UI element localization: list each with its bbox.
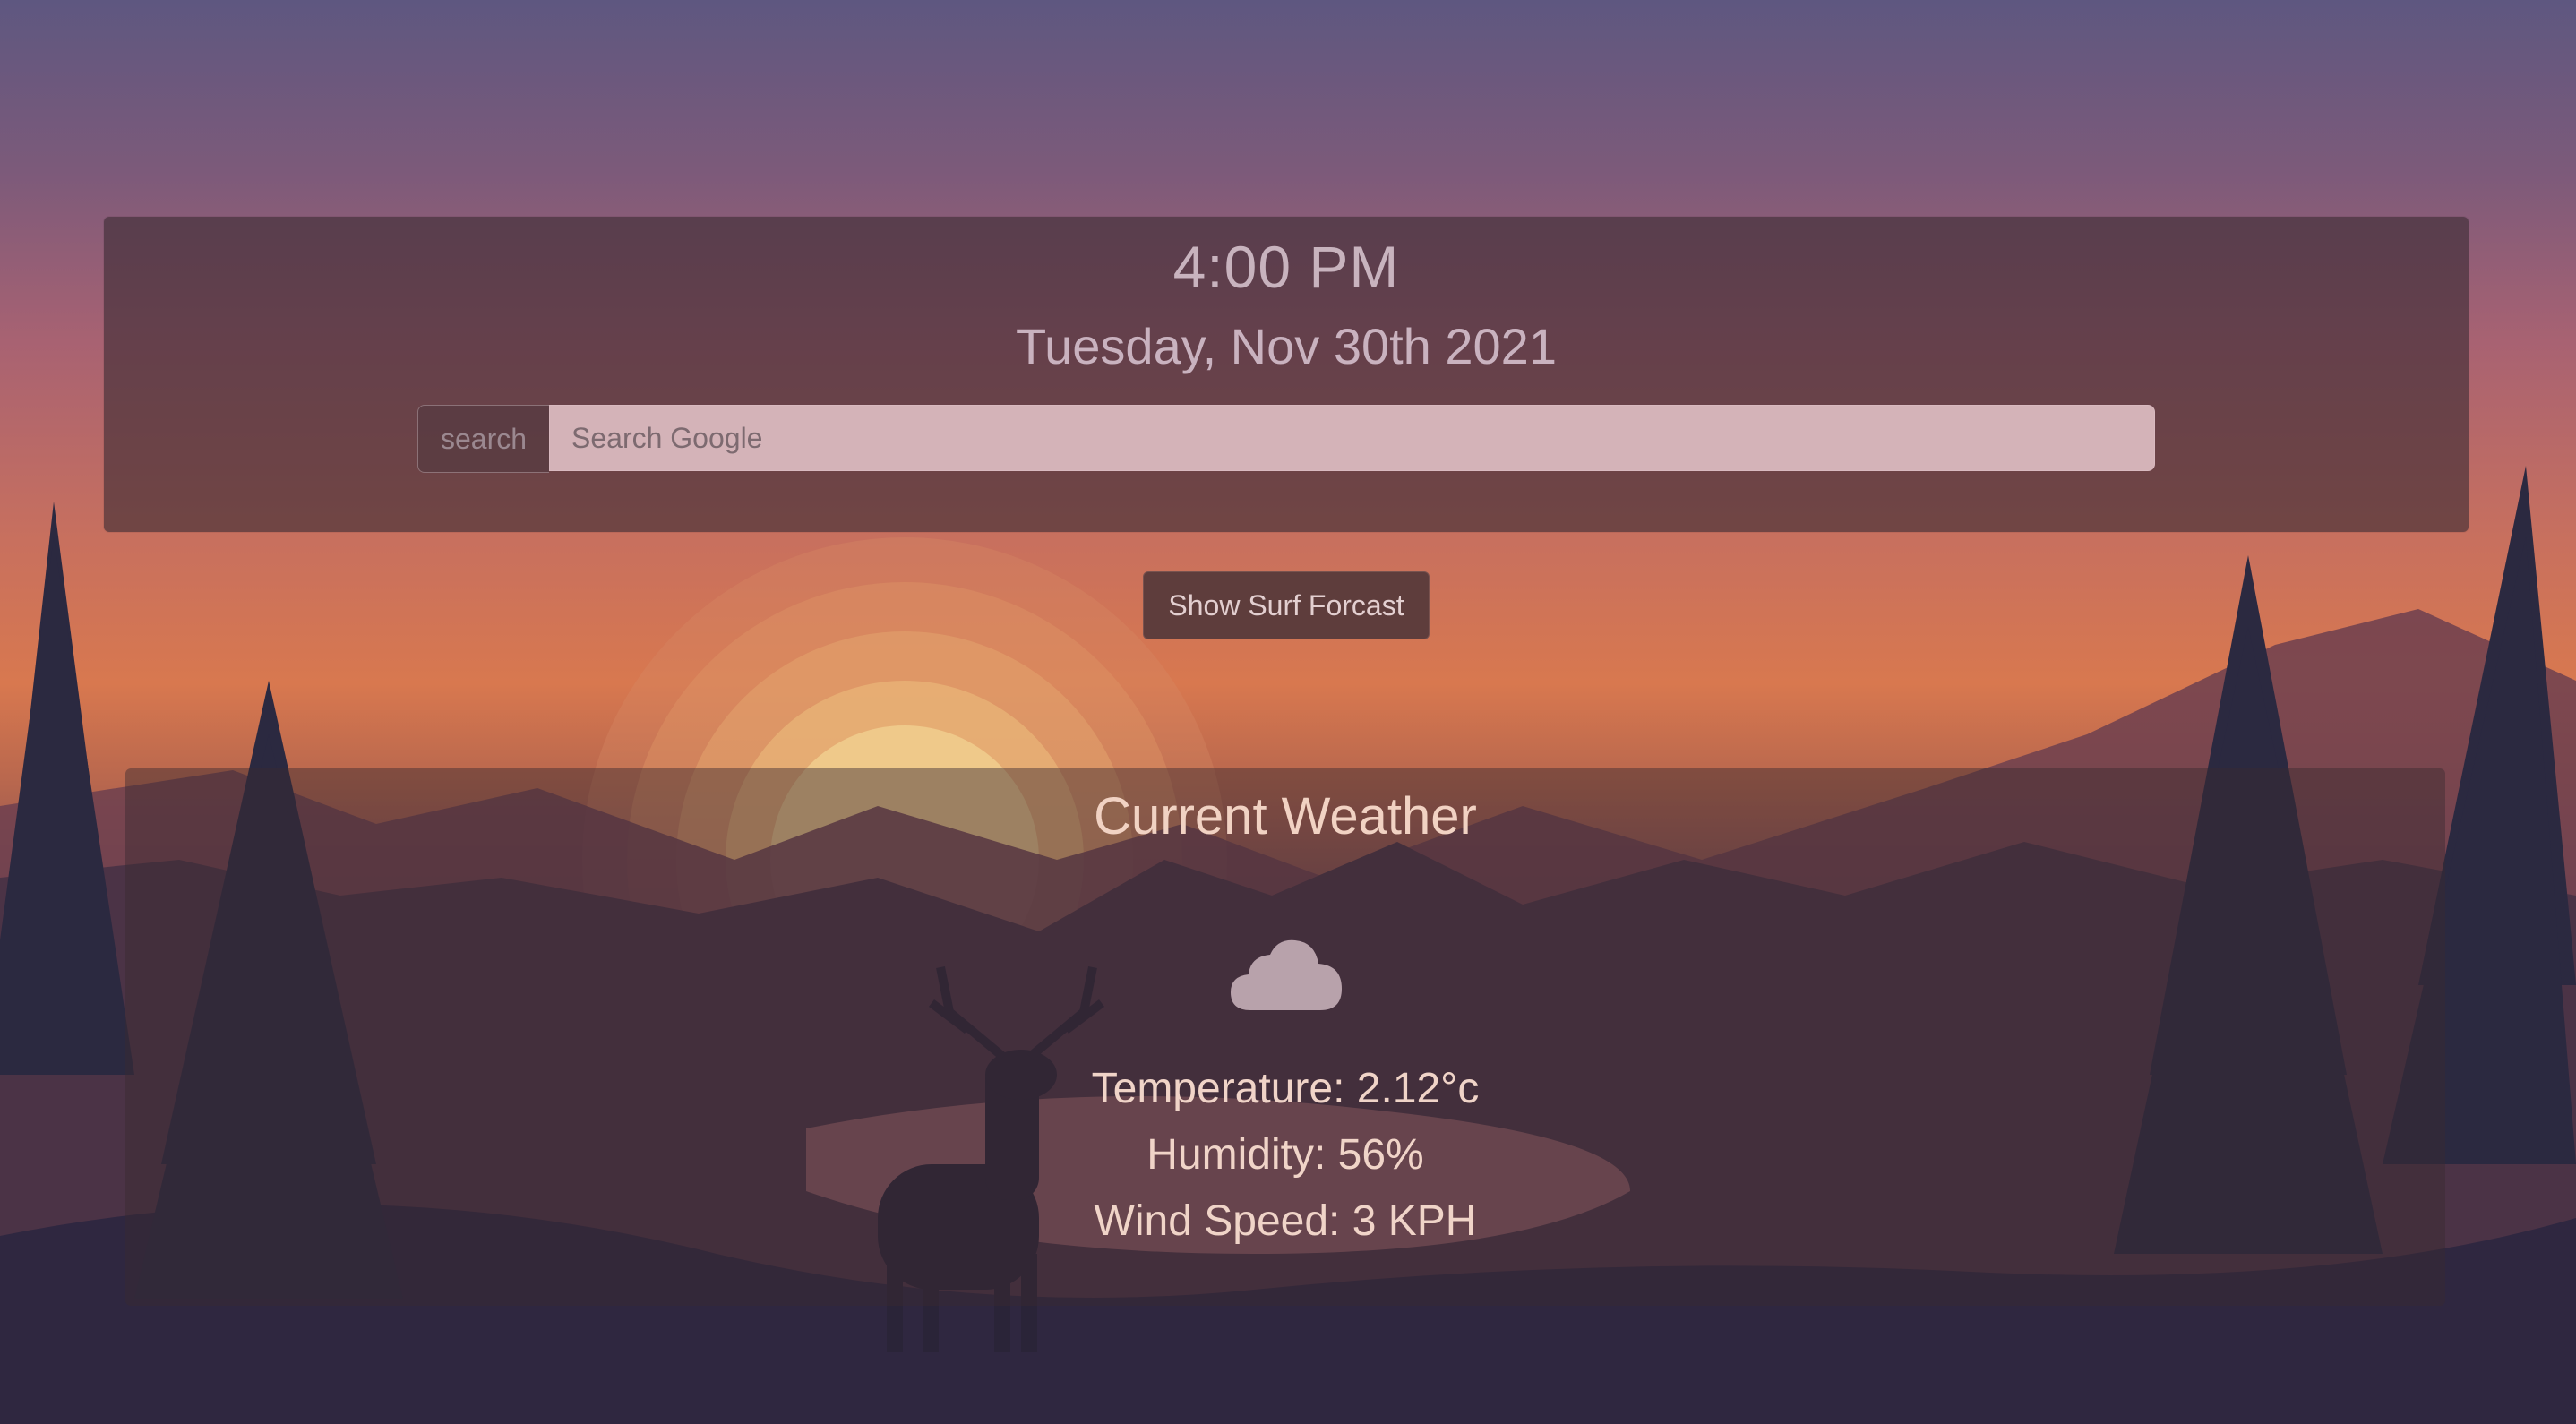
header-panel: 4:00 PM Tuesday, Nov 30th 2021 search xyxy=(104,217,2469,532)
weather-title: Current Weather xyxy=(1094,787,1477,845)
weather-panel: Current Weather Temperature: 2.12°c Humi… xyxy=(125,768,2445,1306)
show-surf-forecast-button[interactable]: Show Surf Forcast xyxy=(1143,571,1430,639)
weather-humidity: Humidity: 56% xyxy=(1146,1131,1424,1179)
cloud-icon xyxy=(1231,939,1342,1010)
clock-time: 4:00 PM xyxy=(1172,234,1400,300)
weather-temperature: Temperature: 2.12°c xyxy=(1091,1065,1480,1112)
search-label: search xyxy=(417,405,549,473)
clock-date: Tuesday, Nov 30th 2021 xyxy=(1016,318,1557,374)
search-input[interactable] xyxy=(549,405,2155,471)
search-bar: search xyxy=(417,405,2155,473)
weather-wind-speed: Wind Speed: 3 KPH xyxy=(1094,1197,1477,1245)
